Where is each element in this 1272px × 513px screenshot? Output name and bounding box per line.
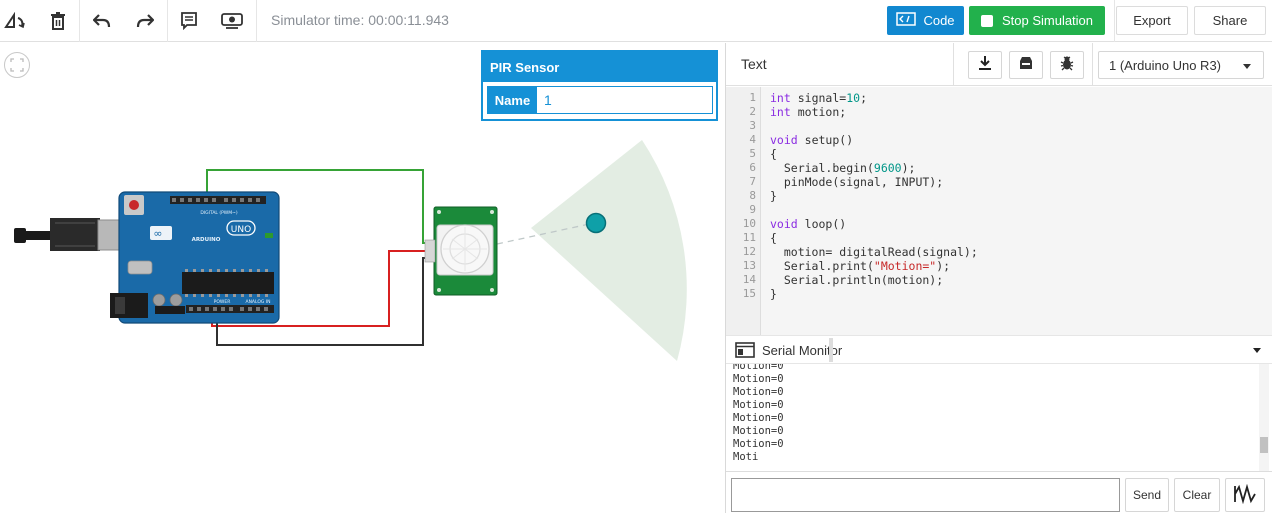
line-number: 12 — [742, 245, 756, 258]
serial-monitor-header[interactable]: Serial Monitor — [726, 335, 1272, 363]
code-line: int motion; — [770, 105, 847, 119]
collapse-caret-icon[interactable] — [1253, 348, 1261, 353]
line-number: 6 — [749, 161, 756, 174]
serial-line: Moti — [733, 451, 759, 463]
arduino-brand: ARDUINO — [192, 237, 221, 243]
line-number: 9 — [749, 203, 756, 216]
inspector-title: PIR Sensor — [483, 52, 716, 82]
code-line: motion= digitalRead(signal); — [783, 245, 978, 259]
serial-line: Motion=0 — [733, 399, 784, 411]
stop-label: Stop Simulation — [1001, 13, 1094, 28]
line-number: 2 — [749, 105, 756, 118]
code-line: void loop() — [770, 217, 847, 231]
serial-line: Motion=0 — [733, 386, 784, 398]
circuit-canvas[interactable]: DIGITAL (PWM~) ∞ ARDUINO UNO POWER ANALO… — [0, 43, 725, 513]
code-label: Code — [923, 13, 955, 28]
arduino-model: UNO — [231, 225, 251, 235]
rotate-icon[interactable] — [1, 7, 29, 35]
code-button[interactable]: Code — [887, 6, 964, 35]
stop-icon — [980, 14, 993, 27]
code-line: { — [770, 147, 777, 161]
undo-icon[interactable] — [88, 7, 116, 35]
chevron-down-icon — [1243, 64, 1251, 69]
waveform-icon — [1233, 483, 1257, 507]
code-editor[interactable]: 1 2 3 4 5 6 7 8 9 10 11 12 13 14 15 int … — [726, 87, 1272, 335]
atmega-chip — [182, 272, 274, 294]
code-line: Serial.print("Motion="); — [783, 259, 951, 273]
line-number: 11 — [742, 231, 756, 244]
delete-icon[interactable] — [44, 7, 72, 35]
serial-line: Motion=0 — [733, 438, 784, 450]
line-number: 10 — [742, 217, 756, 230]
code-panel-header: Text 1 (Arduino Uno R3) — [726, 43, 1272, 86]
graph-button[interactable] — [1225, 478, 1265, 512]
code-line: } — [770, 287, 777, 301]
serial-input[interactable] — [731, 478, 1120, 512]
code-line: int signal=10; — [770, 91, 867, 105]
line-number: 5 — [749, 147, 756, 160]
library-button[interactable] — [1009, 51, 1043, 79]
line-number: 7 — [749, 175, 756, 188]
line-number: 3 — [749, 119, 756, 132]
code-icon — [896, 12, 917, 29]
serial-line: Motion=0 — [733, 363, 784, 372]
line-number: 8 — [749, 189, 756, 202]
device-select-value: 1 (Arduino Uno R3) — [1109, 58, 1221, 73]
export-button[interactable]: Export — [1116, 6, 1188, 35]
serial-line: Motion=0 — [733, 425, 784, 437]
detection-zone — [531, 140, 687, 361]
line-gutter: 1 2 3 4 5 6 7 8 9 10 11 12 13 14 15 — [726, 87, 761, 335]
name-field[interactable]: 1 — [537, 87, 712, 113]
analog-label: ANALOG IN — [245, 299, 270, 305]
share-button[interactable]: Share — [1194, 6, 1266, 35]
line-number: 4 — [749, 133, 756, 146]
component-inspector: PIR Sensor Name 1 — [481, 50, 718, 121]
name-row: Name 1 — [487, 86, 713, 114]
code-line: Serial.begin(9600); — [783, 161, 916, 175]
serial-input-row: Send Clear — [726, 471, 1272, 513]
svg-text:∞: ∞ — [153, 227, 162, 240]
bug-icon — [1059, 55, 1075, 76]
library-icon — [1018, 56, 1034, 75]
stop-simulation-button[interactable]: Stop Simulation — [969, 6, 1105, 35]
resize-handle[interactable] — [829, 338, 833, 362]
serial-monitor-icon — [735, 342, 755, 363]
editor-mode-label[interactable]: Text — [741, 56, 767, 72]
serial-line: Motion=0 — [733, 373, 784, 385]
send-button[interactable]: Send — [1125, 478, 1169, 512]
download-button[interactable] — [968, 51, 1002, 79]
code-line: } — [770, 189, 777, 203]
line-number: 1 — [749, 91, 756, 104]
toolbar: Simulator time: 00:00:11.943 Code Stop S… — [0, 0, 1272, 42]
visibility-icon[interactable] — [218, 7, 246, 35]
code-line: Serial.println(motion); — [783, 273, 944, 287]
simulator-time: Simulator time: 00:00:11.943 — [271, 12, 449, 28]
line-number: 13 — [742, 259, 756, 272]
line-number: 14 — [742, 273, 756, 286]
redo-icon[interactable] — [131, 7, 159, 35]
device-select[interactable]: 1 (Arduino Uno R3) — [1098, 51, 1264, 79]
download-icon — [977, 55, 993, 76]
name-label: Name — [488, 87, 537, 113]
notes-icon[interactable] — [175, 7, 203, 35]
crystal — [127, 260, 153, 275]
serial-line: Motion=0 — [733, 412, 784, 424]
clear-button[interactable]: Clear — [1174, 478, 1220, 512]
code-line: void setup() — [770, 133, 854, 147]
pir-pins — [424, 239, 436, 263]
serial-scroll-thumb[interactable] — [1260, 437, 1268, 453]
code-line: pinMode(signal, INPUT); — [783, 175, 944, 189]
serial-monitor-output: Motion=0 Motion=0 Motion=0 Motion=0 Moti… — [726, 363, 1272, 471]
digital-label: DIGITAL (PWM~) — [200, 210, 238, 216]
serial-scrollbar[interactable] — [1259, 364, 1269, 471]
debugger-button[interactable] — [1050, 51, 1084, 79]
motion-target — [585, 212, 607, 234]
code-panel: Text 1 (Arduino Uno R3) 1 2 3 4 5 6 7 8 … — [725, 43, 1272, 513]
code-line: { — [770, 231, 777, 245]
line-number: 15 — [742, 287, 756, 300]
power-label: POWER — [214, 299, 231, 305]
